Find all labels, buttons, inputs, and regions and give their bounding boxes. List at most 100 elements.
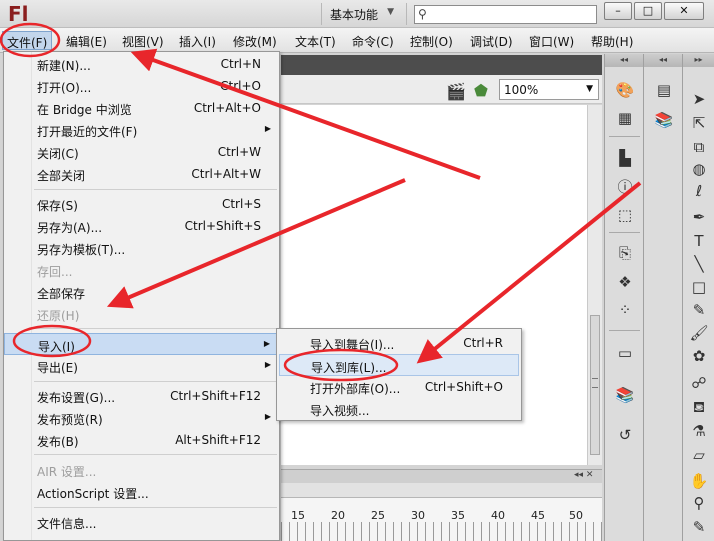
- edit-scene-icon[interactable]: 🎬: [446, 82, 466, 101]
- pencil-tool-icon[interactable]: ✎: [688, 299, 710, 321]
- divider: [609, 330, 640, 331]
- swatches-grid-icon[interactable]: ▦: [614, 107, 636, 129]
- menu-item-shortcut: Ctrl+Alt+W: [191, 167, 261, 181]
- menu-item-close-all[interactable]: 全部关闭 Ctrl+Alt+W: [4, 163, 279, 185]
- hand-tool-icon[interactable]: ✋: [688, 470, 710, 492]
- help-search-input[interactable]: ⚲: [414, 5, 597, 24]
- 3d-rotation-tool-icon[interactable]: ◍: [688, 158, 710, 180]
- align-icon[interactable]: ▙: [614, 147, 636, 169]
- transform-icon[interactable]: ⬚: [614, 204, 636, 226]
- pen-tool-icon[interactable]: ✒: [688, 206, 710, 228]
- zoom-tool-icon[interactable]: ⚲: [688, 492, 710, 514]
- menu-item-publish-preview[interactable]: 发布预览(R) ▶: [4, 407, 279, 429]
- eyedropper-tool-icon[interactable]: ⚗: [688, 420, 710, 442]
- panel-collapse-icon[interactable]: ◂◂ ✕: [574, 470, 593, 480]
- tools-panel: ▸▸ ➤ ⇱ ⧉ ◍ ℓ ✒ T ╲ □ ✎ 🖌 ✿ ☍ ⛾ ⚗ ▱ ✋ ⚲ ✎: [682, 54, 714, 541]
- menu-item-new[interactable]: 新建(N)... Ctrl+N: [4, 53, 279, 75]
- menu-item-save-all[interactable]: 全部保存: [4, 281, 279, 303]
- code-snippets-icon[interactable]: ⎘: [614, 242, 636, 264]
- search-icon: ⚲: [418, 7, 427, 21]
- library-icon[interactable]: 📚: [653, 109, 675, 131]
- menu-control[interactable]: 控制(O): [410, 33, 453, 50]
- menu-item-shortcut: Ctrl+Shift+O: [424, 380, 503, 394]
- submenu-arrow-icon: ▶: [264, 412, 271, 421]
- scene-panel-icon[interactable]: ▭: [614, 342, 636, 364]
- menu-item-save-as[interactable]: 另存为(A)... Ctrl+Shift+S: [4, 215, 279, 237]
- menu-item-air-settings: AIR 设置...: [4, 459, 279, 481]
- document-tab-bar: [281, 55, 602, 75]
- menu-item-save-as-template[interactable]: 另存为模板(T)...: [4, 237, 279, 259]
- panel-collapse-icon[interactable]: ◂◂: [605, 54, 643, 67]
- menu-item-browse-in-bridge[interactable]: 在 Bridge 中浏览 Ctrl+Alt+O: [4, 97, 279, 119]
- menu-debug[interactable]: 调试(D): [470, 33, 513, 50]
- menu-item-open-recent[interactable]: 打开最近的文件(F) ▶: [4, 119, 279, 141]
- menu-item-close[interactable]: 关闭(C) Ctrl+W: [4, 141, 279, 163]
- menu-item-import-video[interactable]: 导入视频...: [279, 398, 519, 420]
- menu-item-publish[interactable]: 发布(B) Alt+Shift+F12: [4, 429, 279, 451]
- panel-collapse-icon[interactable]: ▸▸: [683, 54, 714, 67]
- motion-presets-icon[interactable]: ⁘: [614, 299, 636, 321]
- scrollbar-thumb[interactable]: [590, 315, 600, 455]
- close-button[interactable]: ✕: [664, 2, 704, 20]
- zoom-select[interactable]: 100% ▼: [499, 79, 599, 100]
- stroke-color-icon[interactable]: ✎: [688, 516, 710, 538]
- menu-modify[interactable]: 修改(M): [233, 33, 277, 50]
- menu-item-open-external-library[interactable]: 打开外部库(O)... Ctrl+Shift+O: [279, 376, 519, 398]
- menu-item-import-to-stage[interactable]: 导入到舞台(I)... Ctrl+R: [279, 332, 519, 354]
- title-bar: Fl 基本功能 ▼ ⚲ – □ ✕: [0, 0, 714, 28]
- brush-tool-icon[interactable]: 🖌: [688, 322, 710, 344]
- menu-item-publish-settings[interactable]: 发布设置(G)... Ctrl+Shift+F12: [4, 385, 279, 407]
- menu-item-label: 保存(S): [37, 199, 78, 213]
- menu-commands[interactable]: 命令(C): [352, 33, 394, 50]
- workspace-label: 基本功能: [330, 8, 379, 22]
- selection-tool-icon[interactable]: ➤: [688, 88, 710, 110]
- menu-window[interactable]: 窗口(W): [529, 33, 574, 50]
- free-transform-tool-icon[interactable]: ⧉: [688, 136, 710, 158]
- deco-tool-icon[interactable]: ✿: [688, 345, 710, 367]
- timeline-frame-ruler[interactable]: 15 20 25 30 35 40 45 50: [281, 497, 602, 541]
- maximize-button[interactable]: □: [634, 2, 662, 20]
- menu-item-import-to-library[interactable]: 导入到库(L)...: [279, 354, 519, 376]
- menu-edit[interactable]: 编辑(E): [66, 33, 107, 50]
- history-icon[interactable]: ↺: [614, 424, 636, 446]
- menu-help[interactable]: 帮助(H): [591, 33, 633, 50]
- menu-item-label: 存回...: [37, 265, 73, 279]
- eraser-tool-icon[interactable]: ▱: [688, 444, 710, 466]
- text-tool-icon[interactable]: T: [688, 230, 710, 252]
- menu-item-label: 全部保存: [37, 287, 86, 301]
- menu-item-label: 打开最近的文件(F): [37, 125, 138, 139]
- menu-item-label: 发布设置(G)...: [37, 391, 116, 405]
- stage-vertical-scrollbar[interactable]: [587, 105, 602, 465]
- menu-view[interactable]: 视图(V): [122, 33, 164, 50]
- minimize-button[interactable]: –: [604, 2, 632, 20]
- menu-item-import[interactable]: 导入(I) ▶: [4, 333, 279, 355]
- menu-item-save[interactable]: 保存(S) Ctrl+S: [4, 193, 279, 215]
- menu-separator: [34, 507, 277, 508]
- menu-file[interactable]: 文件(F): [2, 31, 53, 50]
- menu-item-actionscript-settings[interactable]: ActionScript 设置...: [4, 481, 279, 503]
- menu-item-export[interactable]: 导出(E) ▶: [4, 355, 279, 377]
- library-books-icon[interactable]: 📚: [614, 384, 636, 406]
- info-icon[interactable]: ⓘ: [614, 176, 636, 198]
- menu-text[interactable]: 文本(T): [295, 33, 336, 50]
- subselection-tool-icon[interactable]: ⇱: [688, 112, 710, 134]
- menu-item-file-info[interactable]: 文件信息...: [4, 511, 279, 533]
- menu-item-label: 另存为模板(T)...: [37, 243, 126, 257]
- panel-collapse-icon[interactable]: ◂◂: [644, 54, 682, 67]
- chevron-down-icon: ▼: [586, 84, 593, 94]
- menu-insert[interactable]: 插入(I): [179, 33, 216, 50]
- rectangle-tool-icon[interactable]: □: [688, 276, 710, 298]
- properties-icon[interactable]: ▤: [653, 79, 675, 101]
- paint-bucket-tool-icon[interactable]: ⛾: [688, 396, 710, 418]
- workspace-switcher[interactable]: 基本功能 ▼: [321, 3, 407, 25]
- components-icon[interactable]: ❖: [614, 271, 636, 293]
- menu-item-open[interactable]: 打开(O)... Ctrl+O: [4, 75, 279, 97]
- color-palette-icon[interactable]: 🎨: [614, 79, 636, 101]
- line-tool-icon[interactable]: ╲: [688, 253, 710, 275]
- menu-item-shortcut: Ctrl+R: [463, 336, 503, 350]
- menu-item-label: 全部关闭: [37, 169, 86, 183]
- edit-symbol-icon[interactable]: ⬟: [474, 81, 488, 100]
- lasso-tool-icon[interactable]: ℓ: [688, 180, 710, 202]
- menu-item-shortcut: Ctrl+Shift+S: [184, 219, 261, 233]
- bone-tool-icon[interactable]: ☍: [688, 372, 710, 394]
